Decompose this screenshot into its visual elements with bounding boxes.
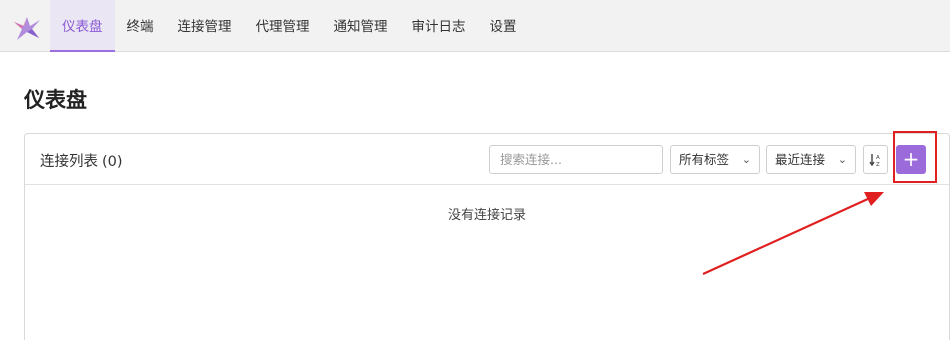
main-nav: 仪表盘 终端 连接管理 代理管理 通知管理 审计日志 设置 [50, 0, 529, 52]
nav-item-dashboard[interactable]: 仪表盘 [50, 0, 115, 52]
chevron-down-icon: ⌄ [741, 153, 751, 166]
sort-select[interactable]: 最近连接 ⌄ [766, 145, 856, 174]
search-input[interactable] [489, 145, 663, 174]
connection-list-panel: 连接列表(0) 所有标签 ⌄ 最近连接 ⌄ A Z + 没有连接记录 [24, 133, 950, 340]
connection-count: (0) [102, 154, 123, 170]
nav-item-proxies[interactable]: 代理管理 [244, 0, 322, 52]
annotation-highlight-box [893, 131, 937, 183]
panel-title-text: 连接列表 [40, 154, 98, 170]
nav-item-terminal[interactable]: 终端 [115, 0, 166, 52]
sort-order-button[interactable]: A Z [863, 145, 888, 174]
top-navigation-bar: 仪表盘 终端 连接管理 代理管理 通知管理 审计日志 设置 [0, 0, 950, 52]
sort-descending-icon: A Z [869, 154, 880, 167]
nav-item-connections[interactable]: 连接管理 [166, 0, 244, 52]
chevron-down-icon: ⌄ [837, 153, 847, 166]
svg-text:Z: Z [876, 162, 880, 167]
tag-filter-value: 所有标签 [679, 152, 730, 167]
empty-state-message: 没有连接记录 [447, 208, 526, 223]
nav-item-settings[interactable]: 设置 [478, 0, 529, 52]
nav-item-notifications[interactable]: 通知管理 [322, 0, 400, 52]
page-title: 仪表盘 [24, 88, 87, 112]
svg-text:A: A [876, 155, 880, 161]
panel-header: 连接列表(0) 所有标签 ⌄ 最近连接 ⌄ A Z + [25, 134, 949, 185]
panel-title: 连接列表 (0) [40, 150, 123, 171]
app-logo-icon[interactable] [12, 14, 42, 42]
nav-item-audit-log[interactable]: 审计日志 [400, 0, 478, 52]
sort-select-value: 最近连接 [775, 152, 826, 167]
tag-filter-select[interactable]: 所有标签 ⌄ [670, 145, 760, 174]
